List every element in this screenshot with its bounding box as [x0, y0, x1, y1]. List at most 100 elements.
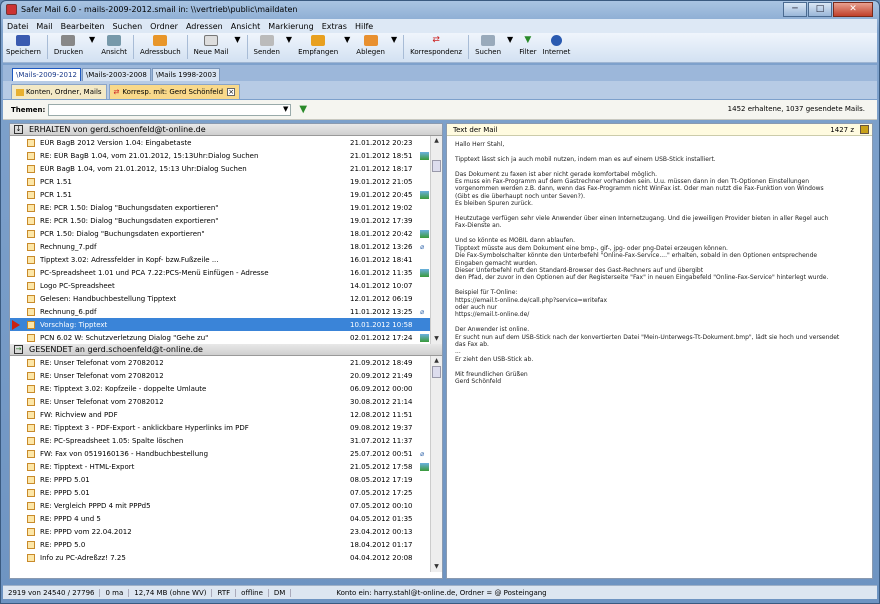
- scroll-down-icon[interactable]: ▼: [431, 334, 442, 344]
- receive-button[interactable]: Empfangen: [295, 33, 341, 61]
- received-mail-row[interactable]: PCR 1.51 19.01.2012 21:05: [10, 175, 442, 188]
- sent-mail-row[interactable]: RE: Unser Telefonat vom 27082012 20.09.20…: [10, 369, 442, 382]
- mail-date: 11.01.2012 13:25: [350, 307, 413, 316]
- mail-date: 21.01.2012 20:23: [350, 138, 413, 147]
- image-icon: [420, 190, 429, 199]
- mail-date: 12.01.2012 06:19: [350, 294, 413, 303]
- received-scrollbar[interactable]: ▲ ▼: [430, 136, 442, 344]
- file-tabs: \Mails-2009-2012 \Mails-2003-2008 \Mails…: [3, 65, 877, 81]
- sent-mail-row[interactable]: RE: Tipptext 3 - PDF-Export - anklickbar…: [10, 421, 442, 434]
- received-mail-row[interactable]: PCN 6.02 W: Schutzverletzung Dialog "Geh…: [10, 331, 442, 344]
- sent-mail-row[interactable]: RE: Tipptext - HTML-Export 21.05.2012 17:…: [10, 460, 442, 473]
- search-dropdown[interactable]: ▼: [504, 33, 516, 61]
- menu-ansicht[interactable]: Ansicht: [231, 22, 261, 31]
- mail-text-header: Text der Mail 1427 z: [447, 124, 872, 136]
- received-mail-row[interactable]: Logo PC-Spreadsheet 14.01.2012 10:07: [10, 279, 442, 292]
- minimize-button[interactable]: ─: [783, 2, 807, 17]
- received-mail-row[interactable]: PCR 1.50: Dialog "Buchungsdaten exportie…: [10, 227, 442, 240]
- file-button[interactable]: Ablegen: [353, 33, 388, 61]
- topics-select[interactable]: ▼: [48, 103, 292, 116]
- receive-dropdown[interactable]: ▼: [341, 33, 353, 61]
- mail-date: 04.04.2012 20:08: [350, 553, 413, 562]
- mail-date: 19.01.2012 20:45: [350, 190, 413, 199]
- save-button[interactable]: Speichern: [3, 33, 44, 61]
- menu-hilfe[interactable]: Hilfe: [355, 22, 373, 31]
- book-icon[interactable]: [860, 125, 869, 134]
- menu-extras[interactable]: Extras: [322, 22, 347, 31]
- sent-mail-row[interactable]: RE: Tipptext 3.02: Kopfzeile - doppelte …: [10, 382, 442, 395]
- send-button[interactable]: Senden: [251, 33, 283, 61]
- sent-mail-row[interactable]: RE: PPPD 5.01 07.05.2012 17:25: [10, 486, 442, 499]
- received-mail-row[interactable]: RE: PCR 1.50: Dialog "Buchungsdaten expo…: [10, 201, 442, 214]
- mail-date: 16.01.2012 11:35: [350, 268, 413, 277]
- new-mail-button[interactable]: Neue Mail: [191, 33, 232, 61]
- correspondence-button[interactable]: ⇄ Korrespondenz: [407, 33, 465, 61]
- paperclip-icon: ⌀: [420, 449, 425, 458]
- close-tab-icon[interactable]: ×: [227, 88, 236, 96]
- received-mail-row[interactable]: Rechnung_7.pdf 18.01.2012 13:26 ⌀: [10, 240, 442, 253]
- menu-datei[interactable]: Datei: [7, 22, 28, 31]
- received-mail-row[interactable]: EÜR BagB 1.04, vom 21.01.2012, 15:13 Uhr…: [10, 162, 442, 175]
- outbox-icon: →: [14, 345, 23, 354]
- filter-button[interactable]: ▼ Filter: [516, 33, 539, 61]
- menu-mail[interactable]: Mail: [36, 22, 52, 31]
- scroll-thumb[interactable]: [432, 366, 441, 378]
- received-mail-row[interactable]: PC-Spreadsheet 1.01 und PCA 7.22:PCS-Men…: [10, 266, 442, 279]
- new-mail-icon: [204, 35, 219, 46]
- tab-mails-1998-2003[interactable]: \Mails 1998-2003: [151, 68, 221, 81]
- menu-markierung[interactable]: Markierung: [268, 22, 313, 31]
- received-mail-row[interactable]: Rechnung_6.pdf 11.01.2012 13:25 ⌀: [10, 305, 442, 318]
- scroll-up-icon[interactable]: ▲: [431, 356, 442, 366]
- sent-mail-row[interactable]: Info zu PC-Adreßzz! 7.25 04.04.2012 20:08: [10, 551, 442, 564]
- search-button[interactable]: Suchen: [472, 33, 504, 61]
- send-dropdown[interactable]: ▼: [283, 33, 295, 61]
- new-mail-dropdown[interactable]: ▼: [231, 33, 243, 61]
- mail-date: 30.08.2012 21:14: [350, 397, 413, 406]
- tab-mails-2003-2008[interactable]: \Mails-2003-2008: [81, 68, 151, 81]
- received-mail-row[interactable]: RE: EÜR BagB 1.04, vom 21.01.2012, 15:13…: [10, 149, 442, 162]
- filter-icon[interactable]: ▼: [299, 104, 307, 115]
- mail-icon: [27, 514, 35, 523]
- sent-mail-row[interactable]: RE: Vergleich PPPD 4 mit PPPd5 07.05.2012…: [10, 499, 442, 512]
- sent-mail-row[interactable]: FW: Fax von 0519160136 - Handbuchbestell…: [10, 447, 442, 460]
- menu-bearbeiten[interactable]: Bearbeiten: [61, 22, 105, 31]
- received-mail-row[interactable]: Vorschlag: Tipptext 10.01.2012 10:58: [10, 318, 442, 331]
- sent-mail-row[interactable]: RE: PC-Spreadsheet 1.05: Spalte löschen 3…: [10, 434, 442, 447]
- received-mail-row[interactable]: PCR 1.51 19.01.2012 20:45: [10, 188, 442, 201]
- sent-mail-row[interactable]: RE: PPPD 5.01 08.05.2012 17:19: [10, 473, 442, 486]
- sent-mail-row[interactable]: FW: Richview and PDF 12.08.2012 11:51: [10, 408, 442, 421]
- tab-correspondence[interactable]: ⇄ Korresp. mit: Gerd Schönfeld ×: [108, 84, 241, 99]
- received-mail-row[interactable]: Tipptext 3.02: Adressfelder in Kopf- bzw…: [10, 253, 442, 266]
- receive-icon: [311, 35, 326, 46]
- received-mail-row[interactable]: EÜR BagB 2012 Version 1.04: Eingabetaste…: [10, 136, 442, 149]
- sent-mail-row[interactable]: RE: PPPD 4 und 5 04.05.2012 01:35: [10, 512, 442, 525]
- sent-mail-row[interactable]: RE: PPPD 5.0 18.04.2012 01:17: [10, 538, 442, 551]
- received-mail-row[interactable]: RE: PCR 1.50: Dialog "Buchungsdaten expo…: [10, 214, 442, 227]
- tab-accounts-folders[interactable]: Konten, Ordner, Mails: [11, 84, 107, 99]
- print-button[interactable]: Drucken: [51, 33, 86, 61]
- close-button[interactable]: ✕: [833, 2, 873, 17]
- mail-subject: PCR 1.50: Dialog "Buchungsdaten exportie…: [40, 229, 205, 238]
- scroll-thumb[interactable]: [432, 160, 441, 172]
- address-book-button[interactable]: Adressbuch: [137, 33, 184, 61]
- tab-mails-2009-2012[interactable]: \Mails-2009-2012: [12, 68, 81, 81]
- scroll-up-icon[interactable]: ▲: [431, 136, 442, 146]
- menu-ordner[interactable]: Ordner: [150, 22, 178, 31]
- view-button[interactable]: Ansicht: [98, 33, 130, 61]
- internet-button[interactable]: Internet: [540, 33, 574, 61]
- received-mail-row[interactable]: Gelesen: Handbuchbestellung Tipptext 12.0…: [10, 292, 442, 305]
- mail-subject: EÜR BagB 2012 Version 1.04: Eingabetaste: [40, 138, 192, 147]
- scroll-down-icon[interactable]: ▼: [431, 562, 442, 572]
- mail-body[interactable]: Hallo Herr Stahl, Tipptext lässt sich ja…: [447, 136, 872, 390]
- file-dropdown[interactable]: ▼: [388, 33, 400, 61]
- mail-icon: [27, 307, 35, 316]
- sent-scrollbar[interactable]: ▲ ▼: [430, 356, 442, 572]
- mail-icon: [27, 216, 35, 225]
- sent-mail-row[interactable]: RE: Unser Telefonat vom 27082012 21.09.20…: [10, 356, 442, 369]
- maximize-button[interactable]: □: [808, 2, 832, 17]
- sent-mail-row[interactable]: RE: Unser Telefonat vom 27082012 30.08.20…: [10, 395, 442, 408]
- menu-adressen[interactable]: Adressen: [186, 22, 223, 31]
- print-dropdown[interactable]: ▼: [86, 33, 98, 61]
- menu-suchen[interactable]: Suchen: [113, 22, 143, 31]
- sent-mail-row[interactable]: RE: PPPD vom 22.04.2012 23.04.2012 00:13: [10, 525, 442, 538]
